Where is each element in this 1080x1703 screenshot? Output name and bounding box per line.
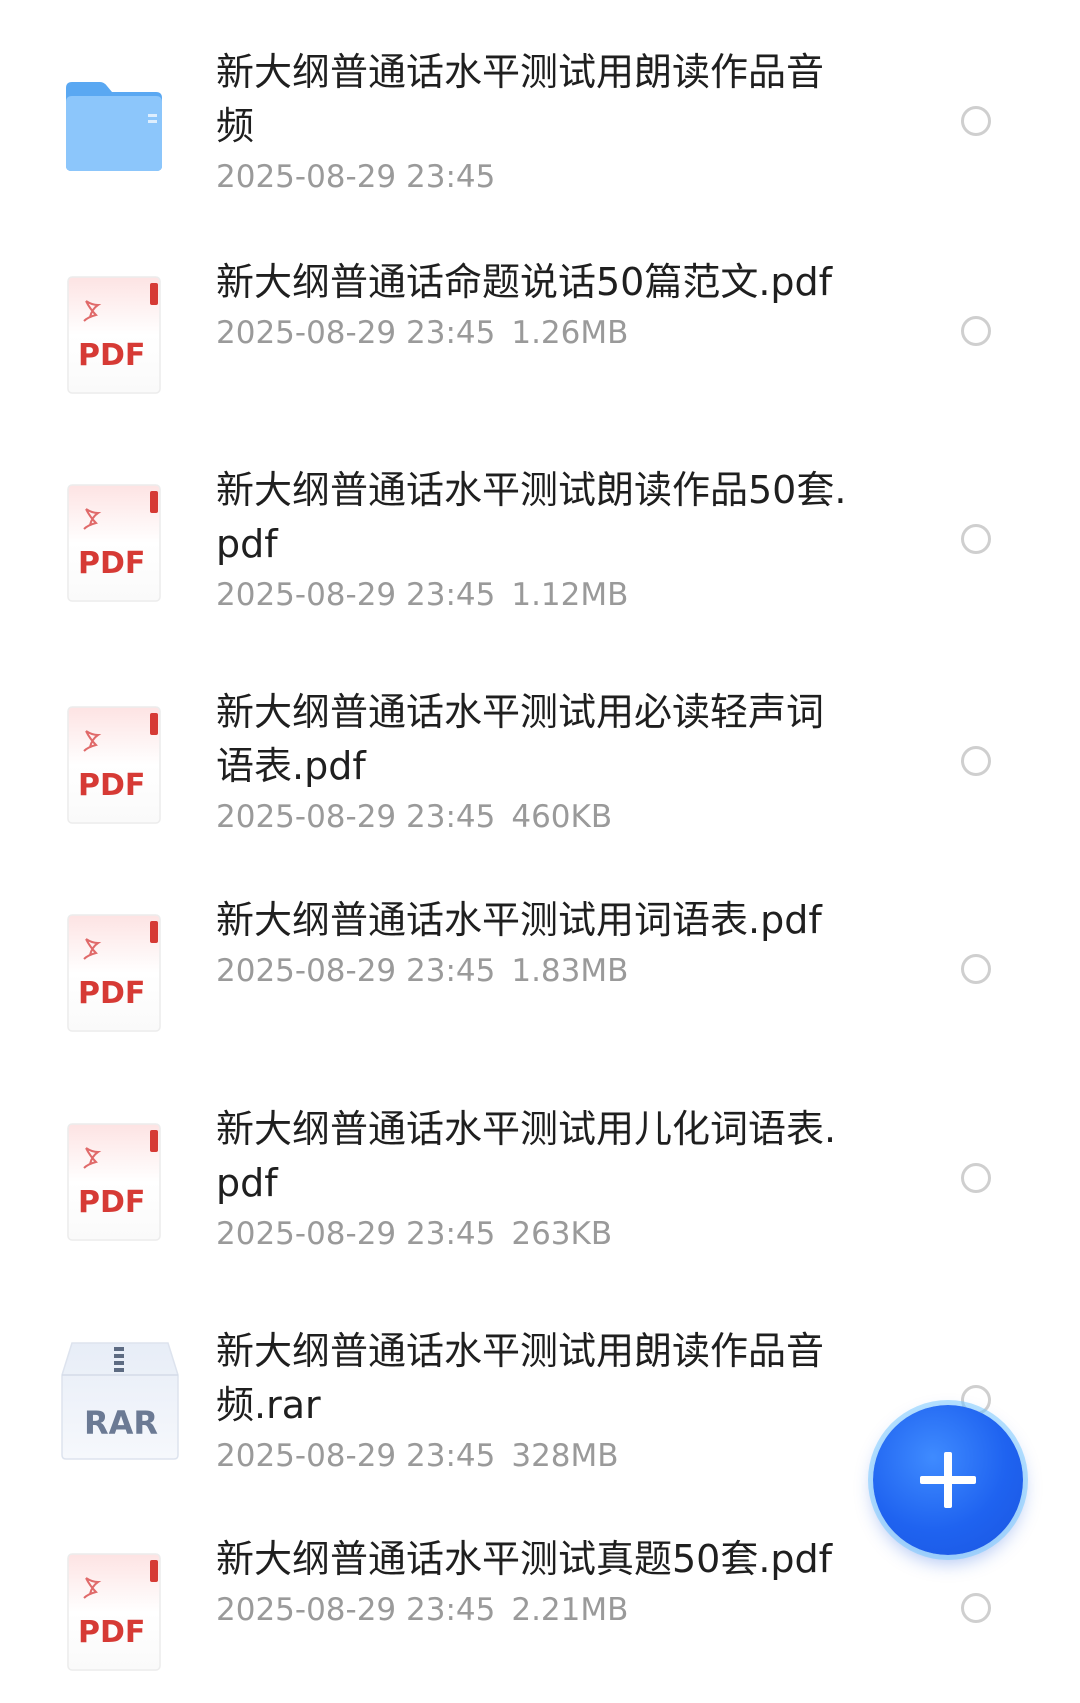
file-date: 2025-08-29 23:45 (216, 577, 496, 613)
file-meta: 2025-08-29 23:45 1.12MB (216, 573, 856, 617)
file-name: 新大纲普通话水平测试用词语表.pdf (216, 898, 822, 942)
svg-text:PDF: PDF (78, 338, 145, 373)
file-name: 新大纲普通话水平测试朗读作品50套.pdf (216, 468, 847, 566)
add-button[interactable] (873, 1405, 1023, 1555)
pdf-icon: PDF (66, 275, 162, 395)
file-size: 1.83MB (511, 953, 629, 989)
select-radio[interactable] (961, 106, 991, 136)
file-date: 2025-08-29 23:45 (216, 799, 496, 835)
file-size: 2.21MB (511, 1592, 629, 1628)
select-radio[interactable] (961, 1593, 991, 1623)
file-date: 2025-08-29 23:45 (216, 1216, 496, 1252)
file-name: 新大纲普通话命题说话50篇范文.pdf (216, 260, 833, 304)
svg-text:PDF: PDF (78, 1185, 145, 1220)
pdf-icon: PDF (66, 705, 162, 825)
plus-icon (920, 1452, 976, 1508)
file-name: 新大纲普通话水平测试真题50套.pdf (216, 1537, 833, 1581)
rar-archive-icon: RAR (60, 1339, 180, 1463)
file-name: 新大纲普通话水平测试用必读轻声词语表.pdf (216, 690, 825, 788)
file-size: 263KB (511, 1216, 613, 1252)
select-radio[interactable] (961, 954, 991, 984)
file-date: 2025-08-29 23:45 (216, 1438, 496, 1474)
file-size: 328MB (511, 1438, 619, 1474)
svg-text:RAR: RAR (84, 1404, 158, 1442)
file-date: 2025-08-29 23:45 (216, 315, 496, 351)
select-radio[interactable] (961, 524, 991, 554)
file-name: 新大纲普通话水平测试用儿化词语表.pdf (216, 1107, 837, 1205)
pdf-icon: PDF (66, 1552, 162, 1672)
svg-text:PDF: PDF (78, 976, 145, 1011)
select-radio[interactable] (961, 746, 991, 776)
file-meta: 2025-08-29 23:45 2.21MB (216, 1588, 856, 1632)
file-meta: 2025-08-29 23:45 328MB (216, 1434, 856, 1478)
file-meta: 2025-08-29 23:45 1.83MB (216, 949, 856, 993)
file-meta: 2025-08-29 23:45 263KB (216, 1212, 856, 1256)
svg-text:PDF: PDF (78, 546, 145, 581)
file-meta: 2025-08-29 23:45 (216, 155, 856, 199)
pdf-icon: PDF (66, 483, 162, 603)
file-size: 1.12MB (511, 577, 629, 613)
select-radio[interactable] (961, 316, 991, 346)
file-date: 2025-08-29 23:45 (216, 953, 496, 989)
file-size: 1.26MB (511, 315, 629, 351)
file-meta: 2025-08-29 23:45 1.26MB (216, 311, 856, 355)
file-name: 新大纲普通话水平测试用朗读作品音频.rar (216, 1329, 825, 1427)
file-size: 460KB (511, 799, 613, 835)
file-date: 2025-08-29 23:45 (216, 159, 496, 195)
svg-text:PDF: PDF (78, 1615, 145, 1650)
file-date: 2025-08-29 23:45 (216, 1592, 496, 1628)
file-name: 新大纲普通话水平测试用朗读作品音频 (216, 50, 825, 148)
pdf-icon: PDF (66, 1122, 162, 1242)
select-radio[interactable] (961, 1163, 991, 1193)
svg-text:PDF: PDF (78, 768, 145, 803)
pdf-icon: PDF (66, 913, 162, 1033)
file-meta: 2025-08-29 23:45 460KB (216, 795, 856, 839)
folder-icon (64, 80, 164, 172)
